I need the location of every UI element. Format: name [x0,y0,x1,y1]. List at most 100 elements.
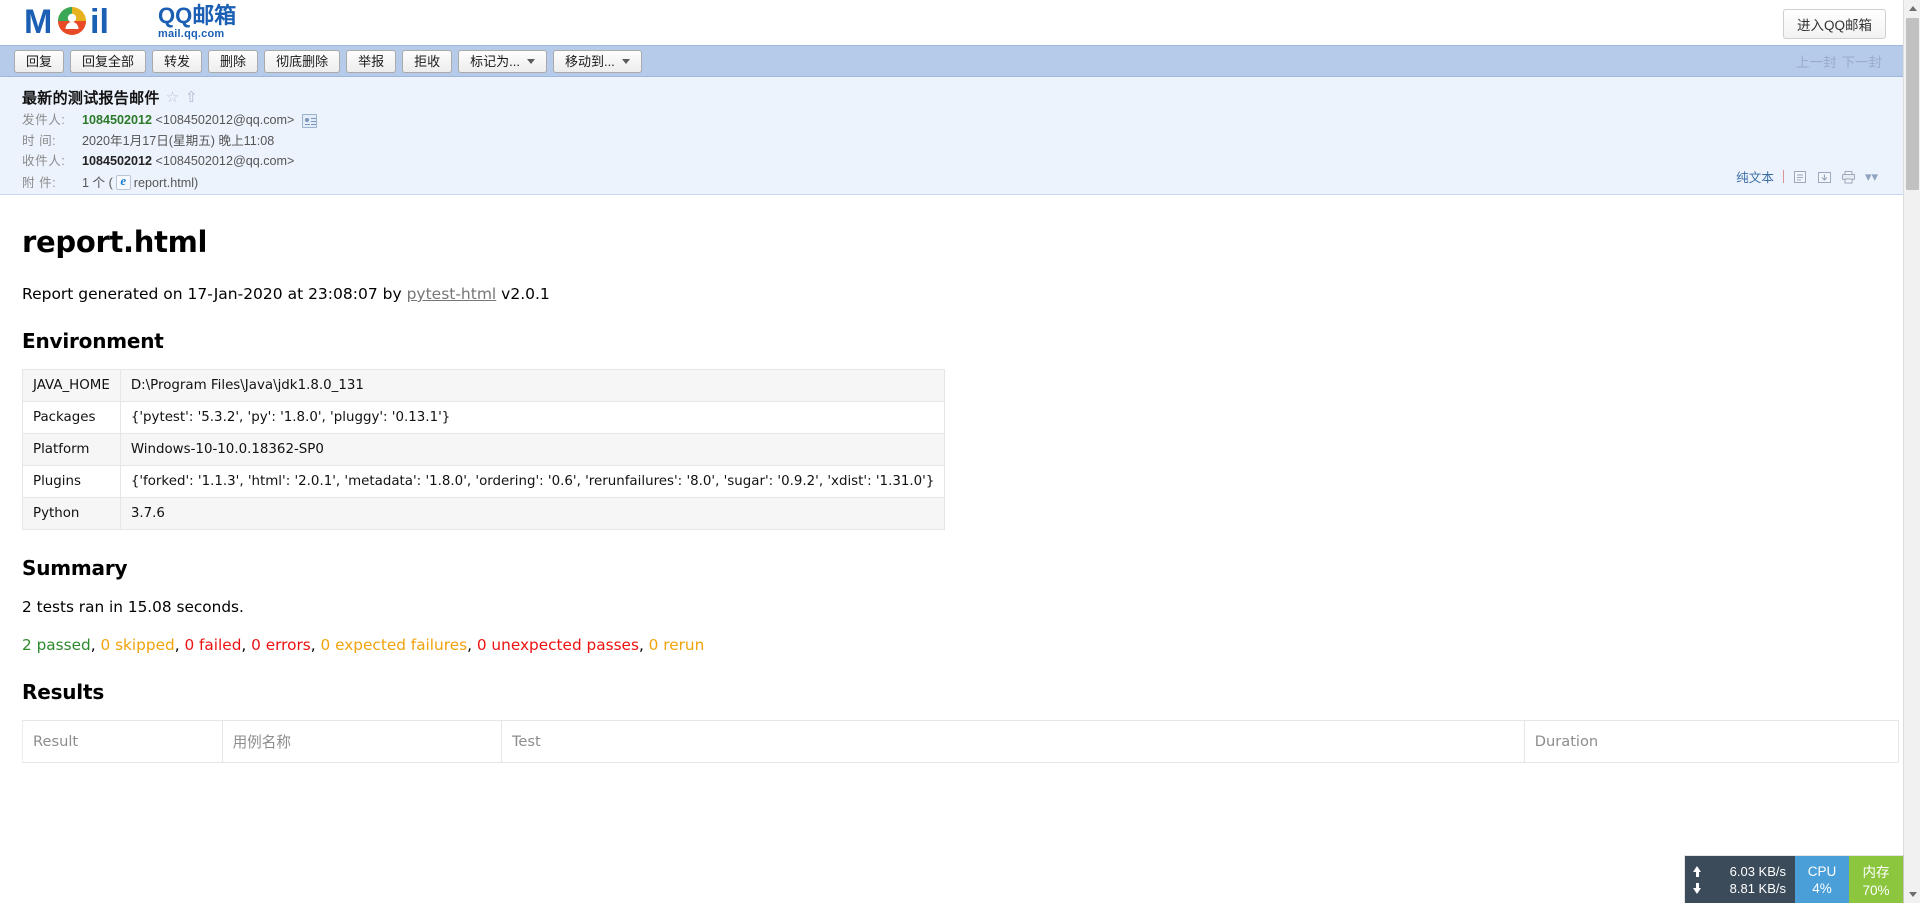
to-name: 1084502012 [82,154,153,169]
reply-button[interactable]: 回复 [14,49,65,73]
report-spam-button[interactable]: 举报 [346,49,397,73]
mail-toolbar: 回复 回复全部 转发 删除 彻底删除 举报 拒收 标记为... 移动到... 上… [0,45,1920,77]
results-heading: Results [22,680,105,704]
results-col-result[interactable]: Result [22,720,223,763]
attachment-label: 附 件: [22,175,57,190]
env-key: Platform [22,433,121,466]
save-download-icon[interactable] [1817,170,1832,184]
summary-duration-line: 2 tests ran in 15.08 seconds. [22,598,244,616]
count-failed[interactable]: 0 failed [184,636,241,654]
results-header-row: Result 用例名称 Test Duration [22,720,1900,763]
move-to-dropdown[interactable]: 移动到... [552,49,642,73]
from-name: 1084502012 [82,113,153,127]
from-address: <1084502012@qq.com> [155,113,295,127]
network-speed-panel: 6.03 KB/s 8.81 KB/s [1685,856,1795,903]
count-expected-failures[interactable]: 0 expected failures [321,636,468,654]
delete-button[interactable]: 删除 [208,49,259,73]
upload-speed: 6.03 KB/s [1729,863,1786,879]
subject-row: 最新的测试报告邮件 ☆ ⇧ [22,87,1920,108]
print-icon[interactable] [1841,170,1856,184]
mail-view-tools: 纯文本 ▾▾ [1736,167,1878,186]
delete-label: 删除 [220,53,247,69]
arrow-up-icon [1692,865,1702,877]
mail-subject: 最新的测试报告邮件 [22,90,160,107]
contact-card-icon[interactable] [302,113,318,128]
prev-mail-link[interactable]: 上一封 [1796,51,1837,71]
report-content: report.html Report generated on 17-Jan-2… [0,195,1920,763]
next-mail-link[interactable]: 下一封 [1842,51,1883,71]
permanent-delete-button[interactable]: 彻底删除 [264,49,341,73]
mark-as-dropdown[interactable]: 标记为... [458,49,547,73]
count-rerun[interactable]: 0 rerun [649,636,705,654]
summary-heading: Summary [22,556,128,580]
report-title: report.html [22,225,208,259]
to-value: 1084502012 <1084502012@qq.com> [82,154,294,170]
time-value: 2020年1月17日(星期五) 晚上11:08 [82,133,275,148]
count-passed[interactable]: 2 passed [22,636,91,654]
cpu-label: CPU [1807,863,1837,879]
results-col-duration[interactable]: Duration [1523,720,1900,763]
results-col-case-name[interactable]: 用例名称 [221,720,502,763]
mail-header-panel: 最新的测试报告邮件 ☆ ⇧ 发件人: 1084502012 <108450201… [0,77,1920,195]
reply-label: 回复 [26,53,53,69]
flag-up-icon[interactable]: ⇧ [185,90,198,105]
mail-navigation: 上一封 下一封 [1796,51,1882,71]
memory-label: 内存 [1862,865,1890,880]
scrollbar-thumb[interactable] [1906,18,1919,190]
count-skipped[interactable]: 0 skipped [100,636,174,654]
cpu-value: 4% [1812,880,1832,896]
env-value: Windows-10-10.0.18362-SP0 [119,433,946,466]
qqmail-logo[interactable]: M il QQ邮箱 mail.qq.com [24,2,236,42]
env-value: 3.7.6 [119,497,946,530]
table-row: JAVA_HOME D:\Program Files\Java\jdk1.8.0… [22,369,946,402]
new-window-icon[interactable] [1793,170,1808,184]
brand-header: M il QQ邮箱 mail.qq.com 进入QQ邮箱 [0,0,1920,45]
cpu-panel: CPU 4% [1795,856,1849,903]
count-errors[interactable]: 0 errors [251,636,311,654]
results-table: Result 用例名称 Test Duration [22,720,1900,763]
brand-url: mail.qq.com [158,27,225,40]
enter-qqmail-button[interactable]: 进入QQ邮箱 [1782,9,1886,39]
scroll-up-button[interactable] [1904,0,1920,17]
plain-text-link[interactable]: 纯文本 [1736,167,1774,186]
chevron-down-icon [621,58,630,64]
svg-text:M: M [24,3,52,41]
from-label: 发件人: [22,113,66,127]
download-row: 8.81 KB/s [1692,881,1786,896]
forward-button[interactable]: 转发 [152,49,203,73]
env-value: {'pytest': '5.3.2', 'py': '1.8.0', 'plug… [119,401,946,434]
attachment-row: 附 件: 1 个 ( report.html) [22,173,1920,192]
attachment-count: 1 个 ( [82,176,113,191]
attachment-close-paren: ) [194,176,199,191]
memory-value: 70% [1862,883,1890,898]
move-to-label: 移动到... [564,53,615,69]
from-value: 1084502012 <1084502012@qq.com> [82,113,294,129]
memory-panel: 内存 70% [1849,856,1903,903]
chevron-down-icon [526,58,535,64]
pytest-html-link[interactable]: pytest-html [407,285,497,303]
page-scrollbar[interactable] [1903,0,1920,903]
env-value: {'forked': '1.1.3', 'html': '2.0.1', 'me… [119,465,946,498]
star-icon[interactable]: ☆ [166,90,179,105]
arrow-down-icon [1692,882,1702,894]
attachment-value: 1 个 ( report.html) [82,173,199,192]
results-col-test[interactable]: Test [500,720,1525,763]
reject-button[interactable]: 拒收 [402,49,453,73]
browser-page: M il QQ邮箱 mail.qq.com 进入QQ邮箱 回复 回复全部 转发 … [0,0,1920,903]
scroll-down-button[interactable] [1904,886,1920,903]
env-key: Python [22,497,121,530]
to-address: <1084502012@qq.com> [155,154,295,169]
env-value: D:\Program Files\Java\jdk1.8.0_131 [119,369,946,402]
summary-counts: 2 passed, 0 skipped, 0 failed, 0 errors,… [22,636,705,654]
tool-divider [1782,170,1784,183]
environment-heading: Environment [22,329,164,353]
report-spam-label: 举报 [358,53,385,69]
reply-all-button[interactable]: 回复全部 [70,49,147,73]
performance-overlay[interactable]: 6.03 KB/s 8.81 KB/s CPU 4% 内存 70% [1685,856,1903,903]
expand-more-icon[interactable]: ▾▾ [1865,170,1878,183]
generated-suffix: v2.0.1 [496,285,550,303]
count-unexpected-passes[interactable]: 0 unexpected passes [477,636,639,654]
table-row: Platform Windows-10-10.0.18362-SP0 [22,433,946,466]
mark-as-label: 标记为... [470,53,520,69]
attachment-filename[interactable]: report.html [134,176,194,190]
